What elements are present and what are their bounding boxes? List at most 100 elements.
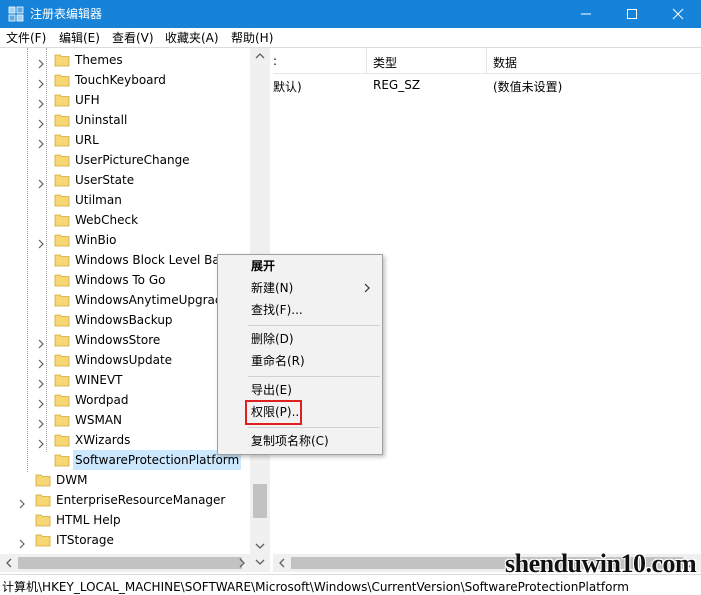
expand-arrow-icon[interactable] [37, 75, 45, 89]
tree-item[interactable]: WSMAN [0, 410, 250, 430]
scroll-up-icon[interactable] [255, 52, 265, 60]
maximize-button[interactable] [609, 0, 655, 28]
context-menu-find[interactable]: 查找(F)... [218, 299, 382, 321]
menu-item-label: 查找(F)... [251, 303, 303, 317]
context-menu-rename[interactable]: 重命名(R) [218, 350, 382, 372]
menu-file[interactable]: 文件(F) [6, 30, 46, 46]
tree-item-label: WindowsUpdate [75, 353, 173, 367]
tree-item[interactable]: WindowsBackup [0, 310, 250, 330]
scroll-left-icon[interactable] [5, 558, 13, 568]
tree-item[interactable]: EnterpriseResourceManager [0, 490, 250, 510]
context-menu-copy-key-name[interactable]: 复制项名称(C) [218, 430, 382, 452]
folder-icon [54, 173, 70, 187]
tree-item[interactable]: UFH [0, 90, 250, 110]
minimize-button[interactable] [563, 0, 609, 28]
tree-item-label: XWizards [75, 433, 131, 447]
tree-item[interactable]: SoftwareProtectionPlatform [0, 450, 250, 470]
folder-icon [35, 533, 51, 547]
tree-hscroll-thumb[interactable] [18, 557, 242, 569]
minimize-icon [581, 13, 591, 15]
tree-item[interactable]: WINEVT [0, 370, 250, 390]
expand-arrow-icon[interactable] [37, 355, 45, 369]
tree-item[interactable]: Themes [0, 50, 250, 70]
column-divider[interactable] [486, 48, 487, 74]
tree-item[interactable]: TouchKeyboard [0, 70, 250, 90]
tree-item-label: WindowsAnytimeUpgrac [75, 293, 222, 307]
tree-item[interactable]: Windows Block Level Ba [0, 250, 250, 270]
menu-bar: 文件(F) 编辑(E) 查看(V) 收藏夹(A) 帮助(H) [0, 28, 701, 48]
expand-arrow-icon[interactable] [37, 115, 45, 129]
expand-arrow-icon[interactable] [37, 375, 45, 389]
menu-edit[interactable]: 编辑(E) [59, 30, 100, 46]
close-button[interactable] [655, 0, 701, 28]
tree-item[interactable]: WindowsUpdate [0, 350, 250, 370]
tree-item[interactable]: Windows To Go [0, 270, 250, 290]
context-menu-delete[interactable]: 删除(D) [218, 328, 382, 350]
tree-item-label: Utilman [75, 193, 122, 207]
registry-editor-icon [8, 6, 24, 22]
column-data[interactable]: 数据 [493, 54, 517, 71]
folder-icon [54, 193, 70, 207]
tree-item-label: WSMAN [75, 413, 123, 427]
tree-item-label: URL [75, 133, 99, 147]
tree-item-label: WINEVT [75, 373, 123, 387]
folder-icon [54, 373, 70, 387]
menu-favorites[interactable]: 收藏夹(A) [165, 30, 219, 46]
tree-item[interactable]: Wordpad [0, 390, 250, 410]
expand-arrow-icon[interactable] [37, 175, 45, 189]
tree-item[interactable]: URL [0, 130, 250, 150]
tree-item[interactable]: WebCheck [0, 210, 250, 230]
expand-arrow-icon[interactable] [37, 395, 45, 409]
folder-icon [54, 433, 70, 447]
context-menu-export[interactable]: 导出(E) [218, 379, 382, 401]
tree-horizontal-scrollbar[interactable] [0, 554, 270, 572]
column-divider[interactable] [366, 48, 367, 74]
submenu-arrow-icon [364, 283, 370, 293]
scroll-right-icon[interactable] [238, 558, 246, 568]
column-name[interactable]: : [273, 54, 277, 68]
value-type: REG_SZ [373, 78, 421, 92]
tree-item[interactable]: WinBio [0, 230, 250, 250]
tree-item[interactable]: Utilman [0, 190, 250, 210]
scroll-down-icon[interactable] [255, 542, 265, 550]
tree-item[interactable]: UserPictureChange [0, 150, 250, 170]
folder-icon [54, 53, 70, 67]
expand-arrow-icon[interactable] [18, 495, 26, 509]
tree-item[interactable]: ITStorage [0, 530, 250, 550]
context-menu: 展开 新建(N) 查找(F)... 删除(D) 重命名(R) 导出(E) 权限(… [217, 254, 383, 455]
tree-item[interactable]: WindowsStore [0, 330, 250, 350]
expand-arrow-icon[interactable] [18, 535, 26, 549]
tree-item-label: DWM [56, 473, 88, 487]
tree-item[interactable]: WindowsAnytimeUpgrac [0, 290, 250, 310]
menu-item-label: 导出(E) [251, 383, 292, 397]
expand-arrow-icon[interactable] [37, 135, 45, 149]
expand-arrow-icon[interactable] [37, 55, 45, 69]
value-data: (数值未设置) [493, 80, 563, 94]
tree-item[interactable]: HTML Help [0, 510, 250, 530]
tree-item[interactable]: XWizards [0, 430, 250, 450]
context-menu-expand[interactable]: 展开 [218, 255, 382, 277]
column-type[interactable]: 类型 [373, 54, 397, 71]
tree-item[interactable]: DWM [0, 470, 250, 490]
menu-item-label: 新建(N) [251, 281, 294, 295]
expand-arrow-icon[interactable] [37, 335, 45, 349]
tree-item-label: WindowsStore [75, 333, 161, 347]
folder-icon [54, 333, 70, 347]
tree-scroll-thumb[interactable] [253, 484, 267, 518]
context-menu-new[interactable]: 新建(N) [218, 277, 382, 299]
expand-arrow-icon[interactable] [37, 95, 45, 109]
tree-item[interactable]: UserState [0, 170, 250, 190]
menu-view[interactable]: 查看(V) [112, 30, 154, 46]
expand-arrow-icon[interactable] [37, 415, 45, 429]
scroll-left-icon[interactable] [278, 558, 286, 568]
title-bar: 注册表编辑器 [0, 0, 701, 28]
expand-arrow-icon[interactable] [37, 435, 45, 449]
tree-item[interactable]: Uninstall [0, 110, 250, 130]
scroll-down-icon[interactable] [255, 558, 265, 566]
folder-icon [54, 413, 70, 427]
menu-help[interactable]: 帮助(H) [231, 30, 273, 46]
folder-icon [35, 473, 51, 487]
folder-icon [54, 93, 70, 107]
expand-arrow-icon[interactable] [37, 235, 45, 249]
tree-item-label: UFH [75, 93, 100, 107]
